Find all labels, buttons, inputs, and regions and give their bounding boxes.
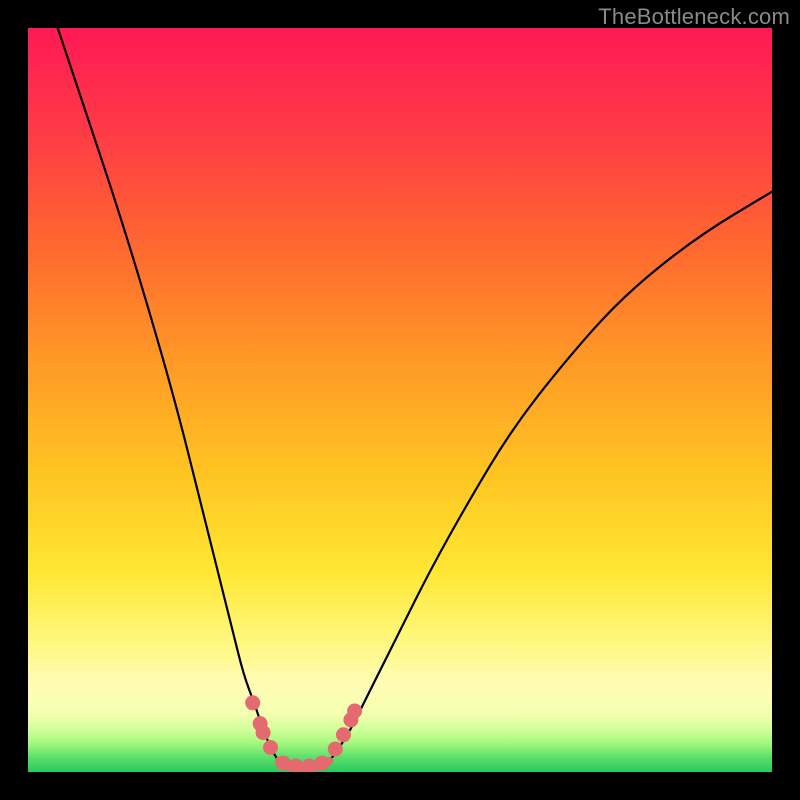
marker-floor-dot-a <box>276 756 291 771</box>
marker-left-lower-dot <box>263 740 278 755</box>
chart-svg <box>28 28 772 772</box>
curve-layer <box>58 28 772 768</box>
chart-frame: TheBottleneck.com <box>0 0 800 800</box>
plot-area <box>28 28 772 772</box>
marker-left-dot-b <box>256 725 271 740</box>
marker-left-upper-dot <box>245 695 260 710</box>
marker-layer <box>245 695 362 772</box>
series-curve-left <box>58 28 279 761</box>
watermark-text: TheBottleneck.com <box>598 4 790 30</box>
marker-floor-dot-c <box>302 759 317 772</box>
series-curve-right <box>329 192 772 761</box>
marker-right-mid-dot <box>336 727 351 742</box>
marker-floor-dot-d <box>314 756 329 771</box>
marker-right-dot-b <box>347 703 362 718</box>
marker-floor-dot-b <box>288 759 303 772</box>
marker-right-lower-dot <box>328 741 343 756</box>
